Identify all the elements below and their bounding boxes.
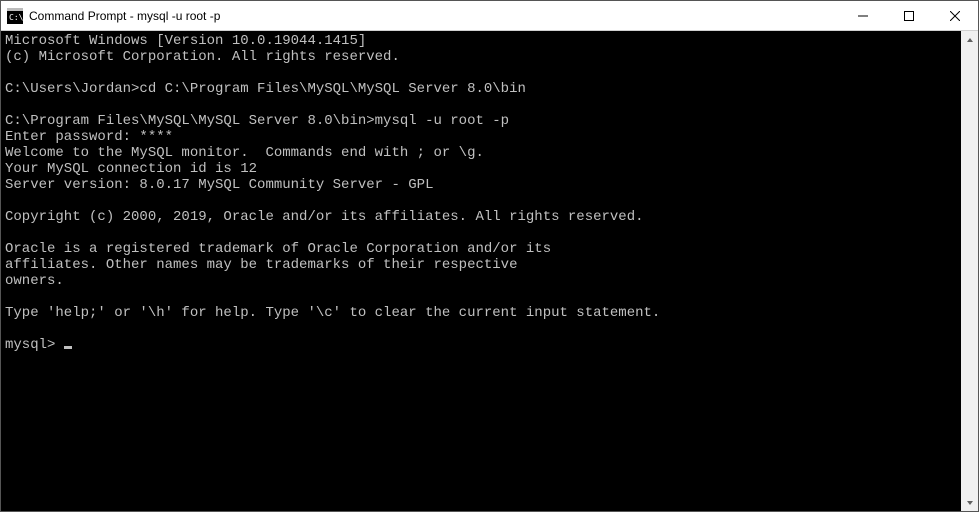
scrollbar-track[interactable]	[961, 48, 978, 494]
window-titlebar[interactable]: C:\ Command Prompt - mysql -u root -p	[1, 1, 978, 31]
vertical-scrollbar[interactable]	[961, 31, 978, 511]
scroll-up-button[interactable]	[961, 31, 978, 48]
window-title: Command Prompt - mysql -u root -p	[29, 9, 840, 23]
terminal-output[interactable]: Microsoft Windows [Version 10.0.19044.14…	[1, 31, 961, 511]
maximize-button[interactable]	[886, 1, 932, 30]
close-button[interactable]	[932, 1, 978, 30]
content-area: Microsoft Windows [Version 10.0.19044.14…	[1, 31, 978, 511]
scroll-down-button[interactable]	[961, 494, 978, 511]
minimize-button[interactable]	[840, 1, 886, 30]
window-controls	[840, 1, 978, 30]
cmd-icon: C:\	[7, 8, 23, 24]
svg-text:C:\: C:\	[9, 13, 23, 22]
terminal-cursor	[64, 346, 72, 349]
